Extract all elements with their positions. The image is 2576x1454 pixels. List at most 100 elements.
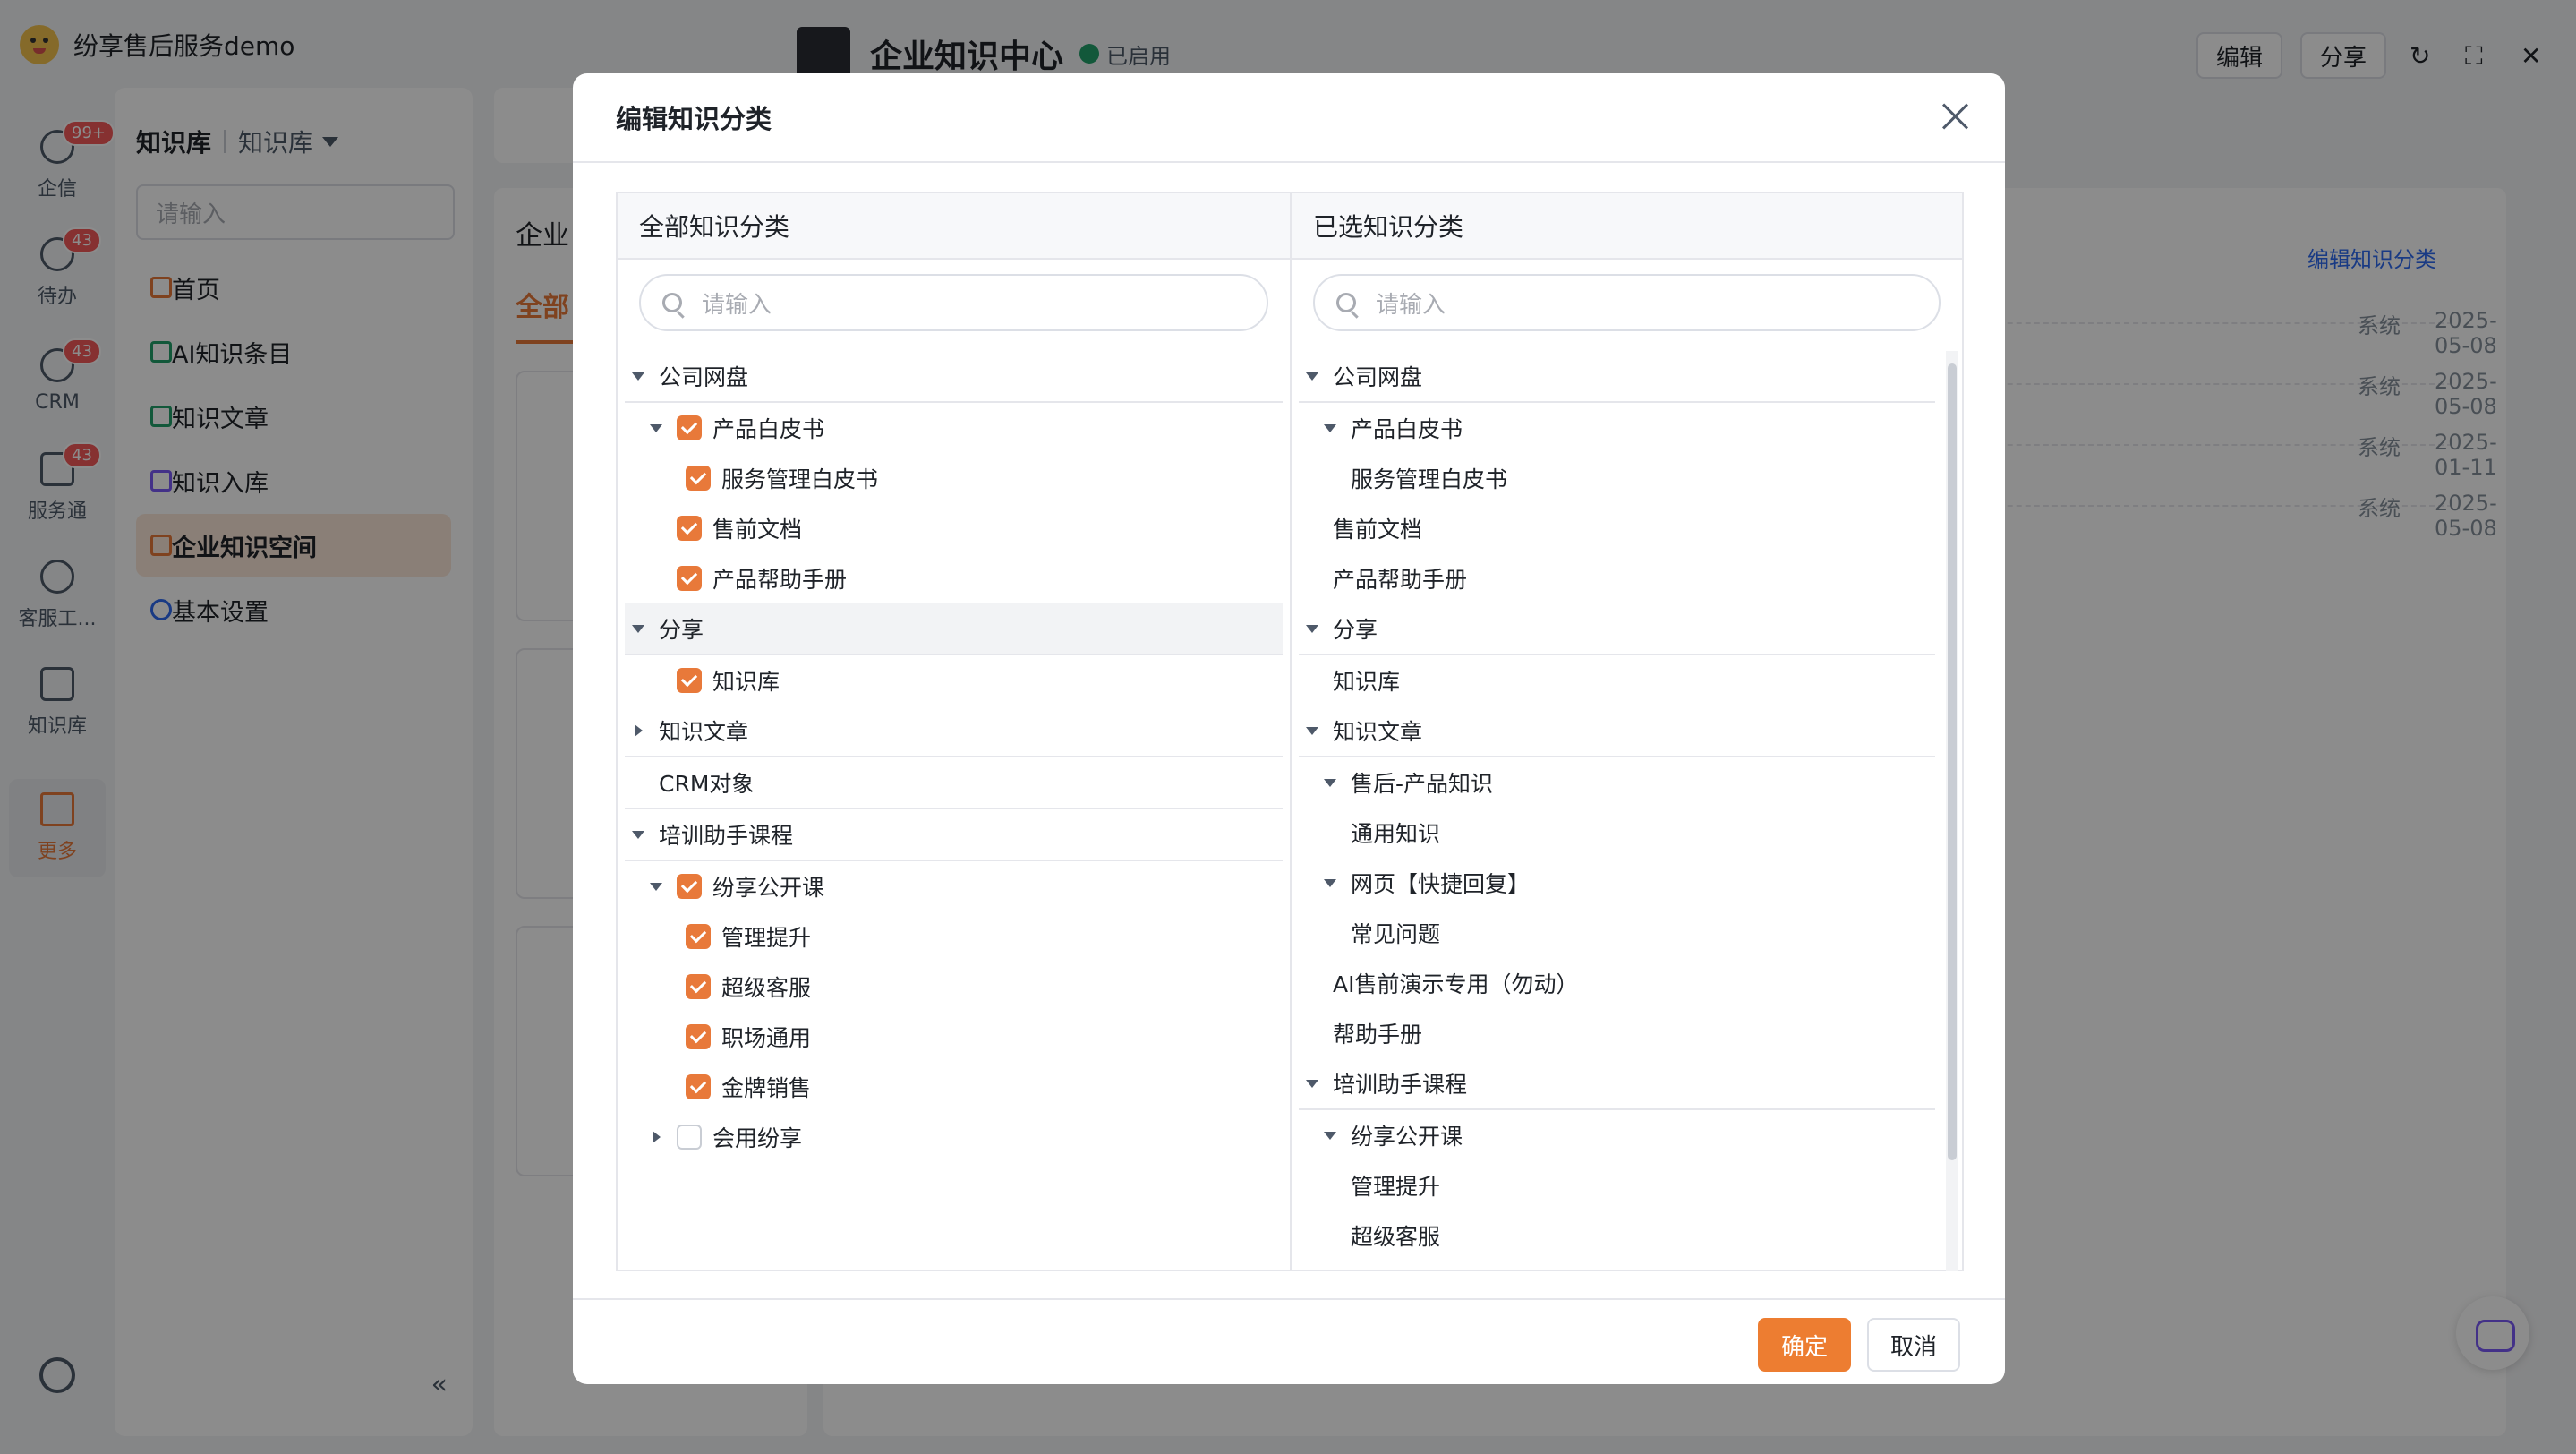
dialog-header: 编辑知识分类 xyxy=(573,73,2005,163)
tree-node[interactable]: 售前文档 xyxy=(625,503,1283,553)
caret-down-icon[interactable] xyxy=(650,423,662,432)
confirm-button[interactable]: 确定 xyxy=(1758,1318,1851,1372)
tree-node-label: 分享 xyxy=(659,617,704,643)
right-category-tree: 公司网盘产品白皮书服务管理白皮书售前文档产品帮助手册分享 知识库知识文章售后-产品… xyxy=(1299,351,1935,1261)
close-icon[interactable] xyxy=(1941,102,1969,131)
tree-node[interactable]: 售前文档 xyxy=(1299,503,1935,553)
tree-checkbox[interactable] xyxy=(686,466,711,491)
tree-node[interactable]: 培训助手课程 xyxy=(625,809,1283,861)
caret-down-icon[interactable] xyxy=(632,372,644,381)
tree-checkbox[interactable] xyxy=(677,566,702,591)
all-categories-pane: 全部知识分类 请输入 公司网盘产品白皮书服务管理白皮书 售前文档 产品帮助手册分享知… xyxy=(618,193,1290,1270)
search-icon xyxy=(1336,293,1356,312)
tree-node[interactable]: 知识库 xyxy=(625,655,1283,706)
tree-node[interactable]: 培训助手课程 xyxy=(1299,1058,1935,1110)
tree-node[interactable]: 管理提升 xyxy=(625,911,1283,962)
tree-node[interactable]: AI售前演示专用（勿动） xyxy=(1299,958,1935,1008)
tree-node[interactable]: 超级客服 xyxy=(625,962,1283,1012)
tree-node[interactable]: 产品白皮书 xyxy=(1299,403,1935,453)
tree-checkbox[interactable] xyxy=(686,1074,711,1099)
tree-node[interactable]: 职场通用 xyxy=(625,1012,1283,1062)
tree-node-label: 职场通用 xyxy=(721,1025,812,1051)
tree-node[interactable]: 会用纷享 xyxy=(625,1112,1283,1162)
tree-node-label: 产品帮助手册 xyxy=(1333,567,1468,593)
tree-node[interactable]: 分享 xyxy=(1299,603,1935,655)
tree-node[interactable]: 超级客服 xyxy=(1299,1210,1935,1261)
tree-node-label: CRM对象 xyxy=(659,771,755,797)
tree-node-label: AI售前演示专用（勿动） xyxy=(1333,971,1579,997)
caret-down-icon[interactable] xyxy=(1324,878,1336,887)
tree-node-label: 售后-产品知识 xyxy=(1351,771,1494,797)
tree-node[interactable]: 公司网盘 xyxy=(1299,351,1935,403)
caret-right-icon[interactable] xyxy=(635,724,643,737)
tree-node[interactable]: 通用知识 xyxy=(1299,808,1935,858)
tree-node[interactable]: 常见问题 xyxy=(1299,908,1935,958)
tree-node-label: 会用纷享 xyxy=(712,1125,803,1151)
caret-down-icon[interactable] xyxy=(1324,423,1336,432)
tree-node[interactable]: 分享 xyxy=(625,603,1283,655)
tree-checkbox[interactable] xyxy=(686,924,711,949)
tree-node-label: 服务管理白皮书 xyxy=(1351,466,1508,492)
pane-title: 全部知识分类 xyxy=(618,193,1290,260)
tree-node[interactable]: 纷享公开课 xyxy=(1299,1110,1935,1160)
cancel-button[interactable]: 取消 xyxy=(1867,1318,1960,1372)
tree-node-label: 网页【快捷回复】 xyxy=(1351,871,1531,897)
tree-checkbox[interactable] xyxy=(686,1024,711,1049)
tree-checkbox[interactable] xyxy=(677,668,702,693)
caret-right-icon[interactable] xyxy=(653,1131,661,1143)
tree-node[interactable]: 知识文章 xyxy=(1299,706,1935,757)
edit-category-dialog: 编辑知识分类 全部知识分类 请输入 公司网盘 产品白皮书 服务管理白皮书 售前文档 产品… xyxy=(573,73,2005,1384)
caret-down-icon[interactable] xyxy=(1306,624,1318,633)
scrollbar[interactable] xyxy=(1946,351,1958,1271)
scrollbar-thumb[interactable] xyxy=(1948,364,1957,1160)
tree-node[interactable]: 服务管理白皮书 xyxy=(1299,453,1935,503)
tree-node-label: 公司网盘 xyxy=(1333,364,1423,390)
tree-node-label: 培训助手课程 xyxy=(659,823,794,849)
tree-node-label: 管理提升 xyxy=(721,925,812,951)
tree-node[interactable]: 金牌销售 xyxy=(625,1062,1283,1112)
caret-down-icon[interactable] xyxy=(1324,1131,1336,1140)
left-search-input[interactable]: 请输入 xyxy=(639,274,1268,331)
tree-node-label: 帮助手册 xyxy=(1333,1022,1423,1048)
tree-node-label: 管理提升 xyxy=(1351,1174,1441,1200)
search-placeholder: 请输入 xyxy=(702,291,772,319)
tree-node-label: 金牌销售 xyxy=(721,1075,812,1101)
tree-node[interactable]: 知识库 xyxy=(1299,655,1935,706)
tree-node[interactable]: 纷享公开课 xyxy=(625,861,1283,911)
tree-node[interactable]: 网页【快捷回复】 xyxy=(1299,858,1935,908)
tree-checkbox[interactable] xyxy=(677,1125,702,1150)
caret-down-icon[interactable] xyxy=(1306,726,1318,735)
caret-down-icon[interactable] xyxy=(1306,1079,1318,1088)
selected-categories-pane: 已选知识分类 请输入 公司网盘 产品白皮书 服务管理白皮书 售前文档 产品帮助手册 分享知… xyxy=(1290,193,1962,1271)
tree-node[interactable]: 产品帮助手册 xyxy=(625,553,1283,603)
dialog-title: 编辑知识分类 xyxy=(616,104,772,134)
tree-node[interactable]: 知识文章 xyxy=(625,706,1283,757)
tree-node-label: 常见问题 xyxy=(1351,921,1441,947)
tree-node-label: 产品白皮书 xyxy=(1351,416,1463,442)
category-transfer: 全部知识分类 请输入 公司网盘 产品白皮书 服务管理白皮书 售前文档 产品帮助手册 分享知… xyxy=(616,192,1964,1271)
caret-down-icon[interactable] xyxy=(1306,372,1318,381)
tree-node-label: 通用知识 xyxy=(1351,821,1441,847)
tree-node-label: 超级客服 xyxy=(721,975,812,1001)
tree-checkbox[interactable] xyxy=(677,516,702,541)
tree-node[interactable]: CRM对象 xyxy=(625,757,1283,809)
caret-down-icon[interactable] xyxy=(632,830,644,839)
tree-node[interactable]: 产品白皮书 xyxy=(625,403,1283,453)
caret-down-icon[interactable] xyxy=(650,882,662,891)
tree-node[interactable]: 帮助手册 xyxy=(1299,1008,1935,1058)
caret-down-icon[interactable] xyxy=(1324,778,1336,787)
tree-node[interactable]: 售后-产品知识 xyxy=(1299,757,1935,808)
tree-node[interactable]: 产品帮助手册 xyxy=(1299,553,1935,603)
tree-node-label: 知识文章 xyxy=(1333,719,1423,745)
tree-node-label: 产品白皮书 xyxy=(712,416,825,442)
tree-node[interactable]: 服务管理白皮书 xyxy=(625,453,1283,503)
caret-down-icon[interactable] xyxy=(632,624,644,633)
tree-checkbox[interactable] xyxy=(677,415,702,440)
tree-checkbox[interactable] xyxy=(686,974,711,999)
tree-node[interactable]: 管理提升 xyxy=(1299,1160,1935,1210)
tree-node-label: 知识文章 xyxy=(659,719,749,745)
tree-checkbox[interactable] xyxy=(677,874,702,899)
right-search-input[interactable]: 请输入 xyxy=(1313,274,1941,331)
tree-node[interactable]: 公司网盘 xyxy=(625,351,1283,403)
pane-title: 已选知识分类 xyxy=(1292,193,1962,260)
